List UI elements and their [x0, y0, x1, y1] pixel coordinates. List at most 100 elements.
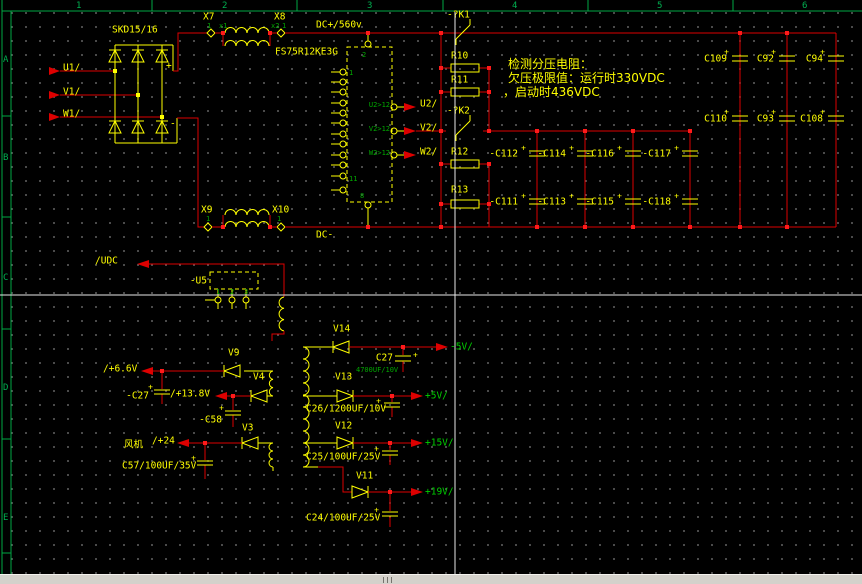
part-label-x10[interactable]: X10 — [272, 205, 289, 216]
part-label-c117[interactable]: -C117 — [642, 149, 671, 160]
net-label-p24[interactable]: /+24 — [152, 436, 175, 447]
capacitor-c24[interactable] — [382, 512, 398, 516]
capacitor-c57[interactable] — [197, 461, 213, 465]
part-label-c114[interactable]: -C114 — [537, 149, 566, 160]
part-label-c27r[interactable]: C27 — [376, 353, 393, 364]
inductor-icon[interactable] — [225, 28, 269, 34]
part-label-v9[interactable]: V9 — [228, 348, 240, 359]
part-label-c94[interactable]: C94 — [806, 54, 823, 65]
part-label-v14[interactable]: V14 — [333, 324, 350, 335]
port-arrow-u2[interactable] — [404, 103, 416, 111]
part-label-c115[interactable]: -C115 — [585, 197, 614, 208]
port-arrow-u1[interactable] — [49, 67, 60, 75]
part-label-c93[interactable]: C93 — [757, 114, 774, 125]
part-label-k1[interactable]: -?K1 — [447, 10, 470, 21]
part-label-c116[interactable]: -C116 — [585, 149, 614, 160]
horizontal-scrollbar[interactable] — [0, 574, 862, 584]
port-arrow-p15[interactable] — [411, 439, 423, 447]
port-arrow-v2[interactable] — [404, 127, 416, 135]
part-label-c27l[interactable]: -C27 — [126, 391, 149, 402]
part-label-x8[interactable]: X8 — [274, 12, 286, 23]
net-label-u1[interactable]: U1/ — [63, 63, 80, 74]
net-label-dc-plus[interactable]: DC+/560v — [316, 20, 362, 31]
part-label-v12[interactable]: V12 — [335, 421, 352, 432]
capacitor-c27l[interactable] — [154, 390, 170, 394]
part-label-c108[interactable]: C108 — [800, 114, 823, 125]
module-u5-outline[interactable] — [210, 272, 258, 289]
winding-secondary-a[interactable] — [269, 371, 273, 396]
part-label-c24[interactable]: C24/100UF/25V — [306, 513, 381, 524]
dc-plus-choke[interactable]: X7 X8 1 x1 x2 1 DC+/560v — [203, 12, 836, 47]
inductor-icon[interactable] — [225, 210, 269, 215]
label-fan[interactable]: 风机 — [124, 439, 144, 451]
part-label-skd[interactable]: SKD15/16 — [112, 25, 158, 36]
port-arrow-v1[interactable] — [49, 91, 60, 99]
part-label-u5[interactable]: -U5 — [190, 276, 207, 287]
net-label-p66[interactable]: /+6.6V — [103, 364, 138, 375]
udc-feed[interactable]: /UDC -U5 1 2 3 — [95, 256, 284, 310]
port-arrow-p138[interactable] — [215, 392, 227, 400]
part-label-c57[interactable]: C57/100UF/35V — [122, 461, 197, 472]
net-label-u2[interactable]: U2/ — [420, 99, 437, 110]
contact-k2[interactable] — [456, 115, 470, 141]
part-label-r10[interactable]: R10 — [451, 51, 468, 62]
net-label-p138[interactable]: /+13.8V — [170, 389, 210, 400]
part-label-c92[interactable]: C92 — [757, 54, 774, 65]
part-label-r12[interactable]: R12 — [451, 147, 468, 158]
schematic-canvas[interactable]: 1 2 3 4 5 6 A B C D E U1/ V1/ W1/ SKD15/… — [0, 0, 862, 574]
winding-secondary-b[interactable] — [269, 443, 273, 467]
part-label-c25[interactable]: C25/100UF/25V — [306, 452, 381, 463]
scrollbar-grip-icon[interactable] — [383, 577, 395, 583]
net-label-p15[interactable]: +15V/ — [425, 438, 454, 449]
capacitor-plates[interactable] — [732, 56, 844, 121]
net-label-w2[interactable]: W2/ — [420, 147, 437, 158]
right-capacitor-bank[interactable]: + + + + + + C109 C92 C94 C110 C93 C108 — [704, 33, 844, 227]
port-arrow-p24[interactable] — [177, 439, 189, 447]
net-label-p5[interactable]: +5V/ — [425, 391, 448, 402]
diode-v12[interactable] — [337, 437, 353, 449]
diode-v3[interactable] — [242, 437, 258, 449]
part-label-c118[interactable]: -C118 — [642, 197, 671, 208]
inductor-icon[interactable] — [225, 41, 269, 46]
port-arrow-udc[interactable] — [137, 260, 149, 268]
part-label-c113[interactable]: -C113 — [537, 197, 566, 208]
part-label-c109[interactable]: C109 — [704, 54, 727, 65]
port-arrow-n5[interactable] — [436, 343, 448, 351]
part-label-c58[interactable]: -C58 — [199, 415, 222, 426]
part-label-v11[interactable]: V11 — [356, 471, 373, 482]
diode-v14[interactable] — [333, 341, 349, 353]
net-label-v2[interactable]: V2/ — [420, 123, 437, 134]
part-label-c112[interactable]: -C112 — [489, 149, 518, 160]
part-label-c110[interactable]: C110 — [704, 114, 727, 125]
rectifier-bridge[interactable]: U1/ V1/ W1/ SKD15/16 + - — [49, 25, 207, 228]
part-label-c26[interactable]: C26/1200UF/10V — [306, 404, 386, 415]
part-label-v4[interactable]: V4 — [253, 372, 265, 383]
diode-v4[interactable] — [251, 390, 267, 402]
part-label-x7[interactable]: X7 — [203, 12, 214, 23]
part-label-v13[interactable]: V13 — [335, 372, 352, 383]
part-label-k2[interactable]: -?K2 — [447, 106, 470, 117]
port-arrow-w2[interactable] — [404, 151, 416, 159]
contact-k1[interactable] — [456, 19, 470, 45]
net-label-udc[interactable]: /UDC — [95, 256, 118, 267]
capacitor-c58[interactable] — [225, 411, 241, 415]
diode-v11[interactable] — [352, 486, 368, 498]
part-label-r13[interactable]: R13 — [451, 185, 468, 196]
diode-v13[interactable] — [337, 390, 353, 402]
part-label-fs[interactable]: FS75R12KE3G — [275, 47, 338, 58]
diode-v9[interactable] — [224, 365, 240, 377]
winding-primary[interactable] — [279, 297, 284, 331]
part-label-c111[interactable]: -C111 — [489, 197, 518, 208]
aux-right-outputs[interactable]: V14 -5V/ + C27 4700UF/10V V13 +5V/ + C26… — [306, 324, 473, 528]
bridge-output-wires[interactable] — [173, 33, 207, 227]
capacitor-c25[interactable] — [382, 451, 398, 455]
part-label-v3[interactable]: V3 — [242, 423, 253, 434]
port-arrow-p19[interactable] — [411, 488, 423, 496]
dc-minus-choke[interactable]: X9 X10 1 1 DC- — [201, 205, 836, 241]
net-label-v1[interactable]: V1/ — [63, 87, 80, 98]
port-arrow-p66[interactable] — [141, 367, 153, 375]
part-label-r11[interactable]: R11 — [451, 75, 468, 86]
net-label-p19[interactable]: +19V/ — [425, 487, 454, 498]
part-label-x9[interactable]: X9 — [201, 205, 213, 216]
aux-left-outputs[interactable]: V9 /+6.6V + -C27 V4 /+13.8V + -C58 V3 /+… — [103, 348, 267, 480]
